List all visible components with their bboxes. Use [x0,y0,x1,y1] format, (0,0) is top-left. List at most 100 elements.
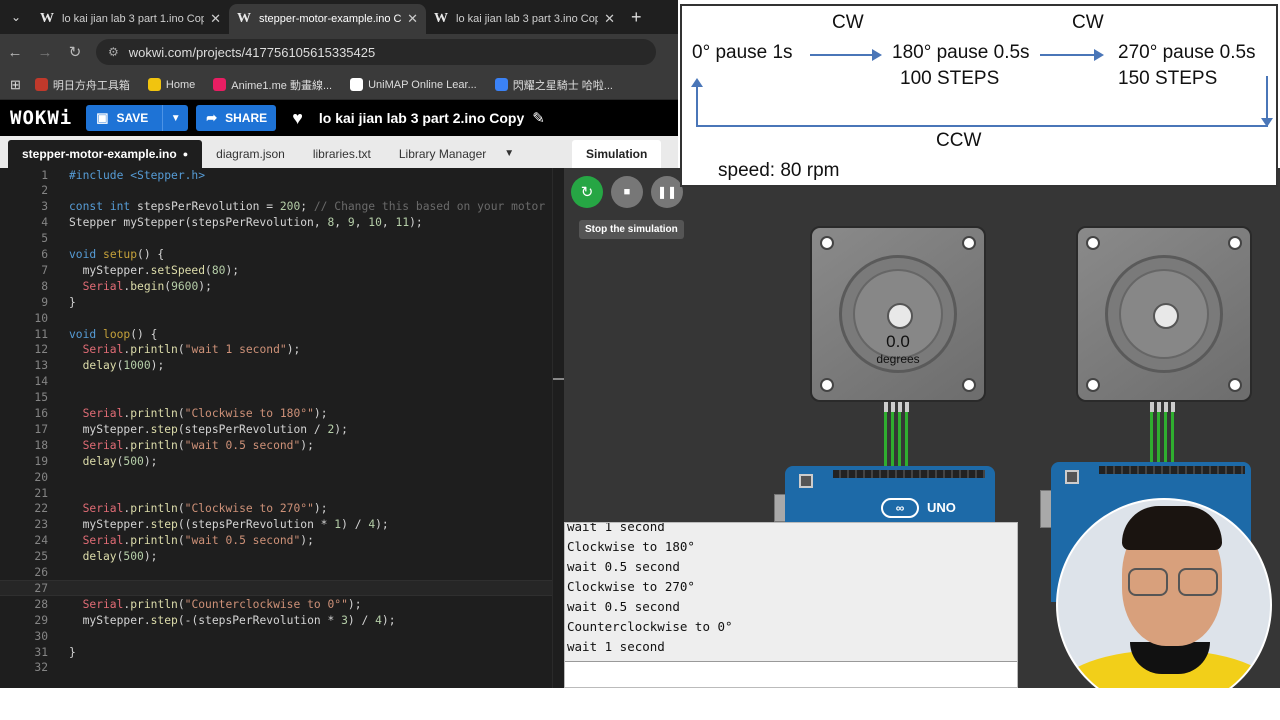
browser-tab[interactable]: Wlo kai jian lab 3 part 1.ino Copy ✕ [32,4,229,34]
line-number: 3 [41,200,48,214]
browser-tab-title: lo kai jian lab 3 part 3.ino Copy [456,13,599,25]
forward-icon[interactable]: → [30,44,60,61]
diagram-end: 270° pause 0.5s [1118,42,1256,63]
bookmark-item[interactable]: Anime1.me 動畫線... [213,77,332,93]
code-text: myStepper.step(-(stepsPerRevolution * 3)… [69,614,396,627]
diagram-mid: 180° pause 0.5s [892,42,1030,63]
stop-simulation-button[interactable]: ■ [611,176,643,208]
tab-list-chevron-icon[interactable]: ⌄ [0,0,32,34]
editor-scrollbar[interactable] [552,168,565,688]
bookmark-item[interactable]: 明日方舟工具箱 [34,77,130,93]
diagram-cw-2: CW [1072,12,1104,33]
code-token: Serial [69,502,124,516]
code-line: 7 myStepper.setSpeed(80); [0,262,552,278]
editor-tab[interactable]: diagram.json [202,140,299,168]
stepper-motor-2[interactable] [1076,226,1252,402]
code-line: 3 const int stepsPerRevolution = 200; // … [0,199,552,215]
editor-tabs: stepper-motor-example.ino ● diagram.json li… [8,140,500,168]
arrow-right-icon [810,49,882,61]
save-label: SAVE [116,111,149,125]
code-token: ); [409,216,423,230]
editor-tab[interactable]: stepper-motor-example.ino ● [8,140,203,168]
close-tab-icon[interactable]: ✕ [604,11,615,27]
close-tab-icon[interactable]: ✕ [407,11,418,27]
browser-tab[interactable]: Wlo kai jian lab 3 part 3.ino Copy ✕ [426,4,623,34]
tab-simulation[interactable]: Simulation [572,140,662,168]
code-token: ); [150,359,165,373]
code-text: Serial.println("wait 1 second"); [69,343,301,357]
code-token: "Counterclockwise to 0°" [184,597,348,611]
mount-hole [820,378,834,392]
save-dropdown-chevron-icon[interactable]: ▼ [162,105,188,131]
wokwi-favicon-icon: W [434,11,448,26]
browser-tab[interactable]: Wstepper-motor-example.ino Cop ✕ [229,4,426,34]
editor-tab[interactable]: Library Manager [385,140,500,168]
bookmark-item[interactable]: UniMAP Online Lear... [350,77,477,93]
code-token: ); [300,534,314,548]
code-token: Stepper myStepper(stepsPerRevolution, [69,216,328,230]
code-token: println [130,502,178,516]
code-line: 6 void setup() { [0,247,552,263]
stepper-motor-1[interactable]: 0.0 degrees [810,226,986,402]
reset-button[interactable] [1065,470,1079,484]
mount-hole [1228,378,1242,392]
motor-1-wires [884,402,910,470]
editor-tab[interactable]: libraries.txt [299,140,385,168]
wokwi-header: WOKWi ▣ SAVE ▼ ➦ SHARE ♥ lo kai jian lab … [0,100,678,136]
serial-input-field[interactable] [565,661,1017,687]
new-tab-icon[interactable]: + [631,7,642,28]
line-number: 15 [34,391,48,405]
bookmark-item[interactable]: 閃耀之星騎士 哈啦... [494,77,613,93]
mount-hole [1086,236,1100,250]
serial-monitor[interactable]: wait 1 second Clockwise to 180° wait 0.5 s… [564,522,1018,688]
code-token: ); [334,422,348,436]
code-editor[interactable]: 1 #include <Stepper.h> 2 3 const int stepsPe… [0,167,565,688]
code-token: Serial [69,438,124,452]
code-token: ( [177,502,185,516]
apps-grid-icon[interactable]: ⊞ [10,77,21,93]
reset-button[interactable] [799,474,813,488]
code-token: void [69,327,104,341]
bookmark-item[interactable]: Home [147,77,195,93]
code-line: 1 #include <Stepper.h> [0,167,552,183]
code-token: () { [137,248,165,261]
back-icon[interactable]: ← [0,44,30,61]
close-tab-icon[interactable]: ✕ [210,11,221,27]
code-line: 25 delay(500); [0,549,552,565]
code-text: Serial.println("Clockwise to 270°"); [69,502,328,515]
code-token: ); [225,263,240,277]
return-line-right [1266,76,1268,124]
arduino-uno-1[interactable]: ∞ UNO [785,466,995,522]
serial-line: wait 0.5 second [567,599,680,614]
save-button[interactable]: ▣ SAVE ▼ [86,105,189,131]
code-text: Serial.println("wait 0.5 second"); [69,534,314,547]
code-token: 200 [279,200,301,214]
code-token: loop [103,327,131,341]
code-token: println [130,343,178,357]
site-info-icon[interactable]: ⚙ [108,45,119,59]
edit-pencil-icon[interactable]: ✎ [532,109,545,127]
code-token: ) / [341,518,369,532]
code-token: ); [198,279,212,293]
code-text: } [69,646,76,659]
code-token: delay [69,454,117,468]
code-line: 32 [0,660,552,676]
pause-simulation-button[interactable]: ❚❚ [651,176,683,208]
code-text: delay(500); [69,454,158,468]
share-label: SHARE [225,111,268,125]
line-number: 28 [34,597,48,611]
wokwi-logo[interactable]: WOKWi [10,107,72,129]
code-line: 21 [0,485,552,501]
code-token: , [381,216,396,230]
more-tabs-chevron-icon[interactable]: ▼ [504,148,514,159]
code-text: Stepper myStepper(stepsPerRevolution, 8,… [69,216,423,229]
heart-icon[interactable]: ♥ [292,108,303,129]
code-token: ( [177,597,185,611]
motor-1-angle: 0.0 [886,332,910,351]
url-field[interactable]: ⚙ wokwi.com/projects/417756105615335425 [96,39,656,65]
share-button[interactable]: ➦ SHARE [196,105,277,131]
restart-simulation-button[interactable]: ↻ [571,176,603,208]
bookmark-favicon-icon [147,78,161,91]
motor-1-unit: degrees [876,352,920,366]
reload-icon[interactable]: ↻ [60,43,90,61]
